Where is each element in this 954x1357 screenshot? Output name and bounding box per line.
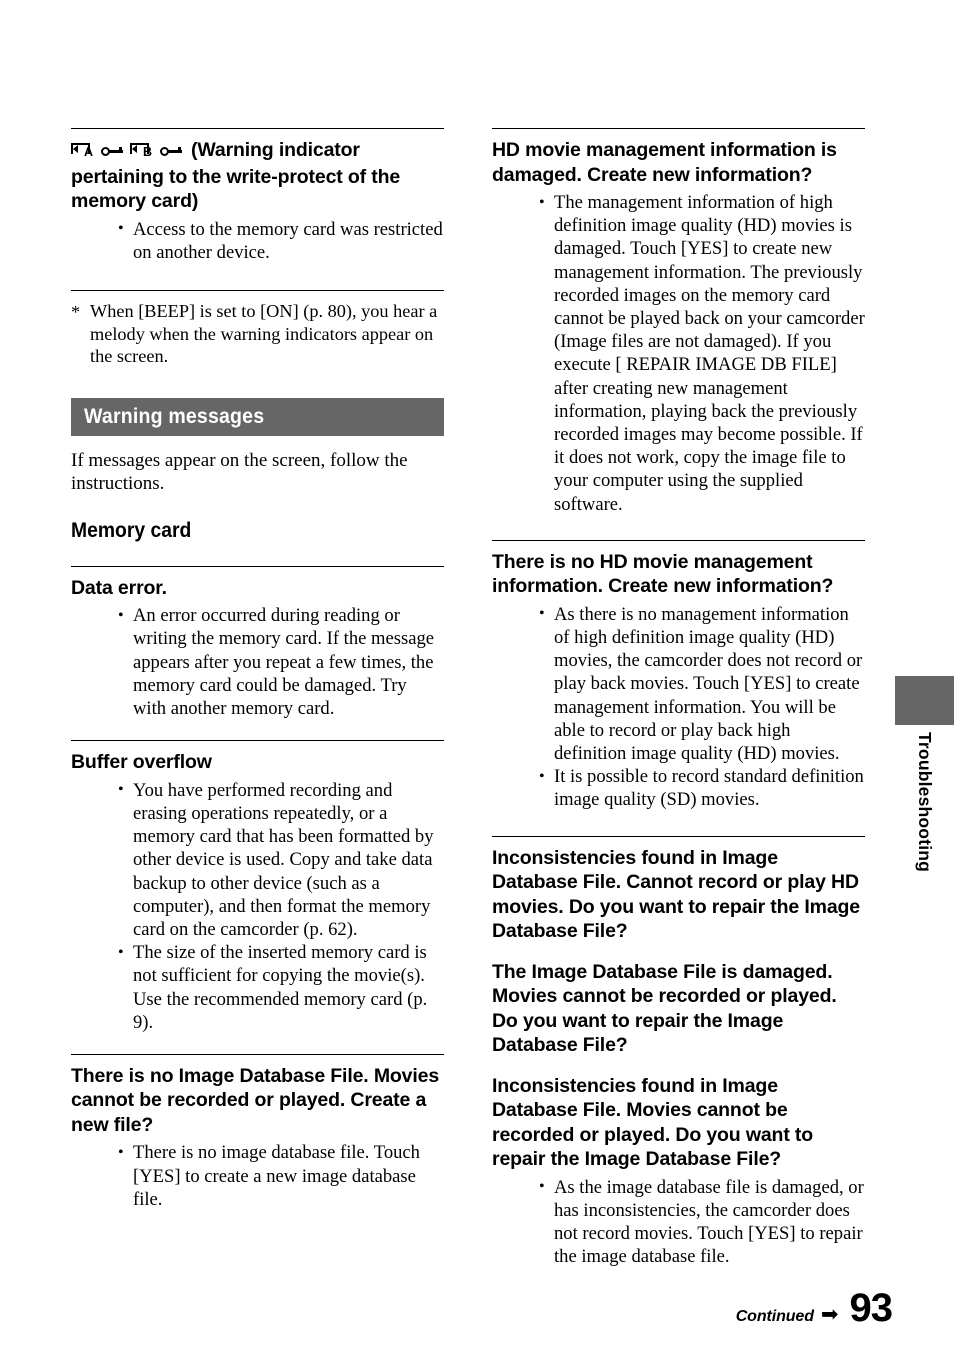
list-item: The management information of high defin… (539, 191, 865, 516)
left-column: A B (Warning indicator pertaining to the w… (71, 128, 444, 1211)
no-image-db-bullet-list: There is no image database file. Touch [… (71, 1141, 444, 1211)
side-tab-marker (895, 676, 954, 725)
warning-messages-band: Warning messages (71, 397, 444, 436)
footnote-marker: * (71, 301, 81, 322)
message-title-inconsistencies-hd: Inconsistencies found in Image Database … (492, 846, 860, 943)
write-protect-key-icon-b (160, 145, 184, 159)
message-title-no-hd-mgmt-info: There is no HD movie management informat… (492, 550, 834, 598)
data-error-bullet-list: An error occurred during reading or writ… (71, 604, 444, 720)
buffer-overflow-bullet-list: You have performed recording and erasing… (71, 778, 444, 1034)
write-protect-warning-title: A B (Warning indicator pertaining to the w… (71, 138, 444, 214)
hd-mgmt-damaged-bullet-list: The management information of high defin… (492, 191, 865, 516)
footnote-text: When [BEEP] is set to [ON] (p. 80), you … (90, 300, 438, 367)
list-item: It is possible to record standard defini… (539, 765, 865, 811)
inconsistencies-bullet-list: As the image database file is damaged, o… (492, 1175, 865, 1269)
message-divider (492, 539, 865, 541)
beep-footnote: * When [BEEP] is set to [ON] (p. 80), you… (71, 300, 444, 368)
manual-page: A B (Warning indicator pertaining to the w… (0, 0, 954, 1357)
arrow-right-icon: ➡ (820, 1303, 839, 1326)
no-hd-mgmt-bullet-list: As there is no management information of… (492, 602, 865, 812)
message-title-inconsistencies-movies: Inconsistencies found in Image Database … (492, 1074, 814, 1171)
warning-messages-band-wrap: Warning messages (71, 397, 444, 449)
section-divider (71, 128, 444, 129)
message-divider (71, 565, 444, 567)
write-protect-key-icon-a (101, 145, 125, 159)
page-footer: Continued ➡ 93 (492, 1286, 893, 1330)
list-item: An error occurred during reading or writ… (118, 604, 444, 720)
section-divider (492, 128, 865, 129)
write-protect-bullet-list: Access to the memory card was restricted… (71, 217, 444, 264)
side-tab-label: Troubleshooting (915, 732, 935, 873)
footnote-divider (71, 289, 444, 291)
list-item: Access to the memory card was restricted… (118, 217, 444, 264)
right-column: HD movie management information is damag… (492, 128, 865, 1268)
memory-card-a-icon: A (71, 143, 96, 161)
page-number: 93 (849, 1286, 893, 1330)
warning-indicator-icons: AB (71, 140, 189, 165)
memory-card-subheading: Memory card (71, 518, 192, 542)
list-item: The size of the inserted memory card is … (118, 941, 444, 1034)
message-title-buffer-overflow: Buffer overflow (71, 751, 212, 774)
list-item: As there is no management information of… (539, 602, 865, 765)
list-item: You have performed recording and erasing… (118, 778, 444, 941)
message-divider (71, 1053, 444, 1055)
message-title-no-image-database-file: There is no Image Database File. Movies … (71, 1064, 440, 1136)
message-divider (492, 835, 865, 837)
message-divider (71, 740, 444, 742)
continued-label: Continued (735, 1308, 814, 1325)
list-item: There is no image database file. Touch [… (118, 1141, 444, 1211)
message-title-hd-mgmt-damaged: HD movie management information is damag… (492, 139, 837, 186)
memory-card-b-icon: B (130, 143, 155, 161)
warning-messages-intro: If messages appear on the screen, follow… (71, 449, 408, 495)
message-title-db-file-damaged: The Image Database File is damaged. Movi… (492, 960, 837, 1057)
list-item: As the image database file is damaged, o… (539, 1175, 865, 1269)
message-title-data-error: Data error. (71, 576, 167, 599)
